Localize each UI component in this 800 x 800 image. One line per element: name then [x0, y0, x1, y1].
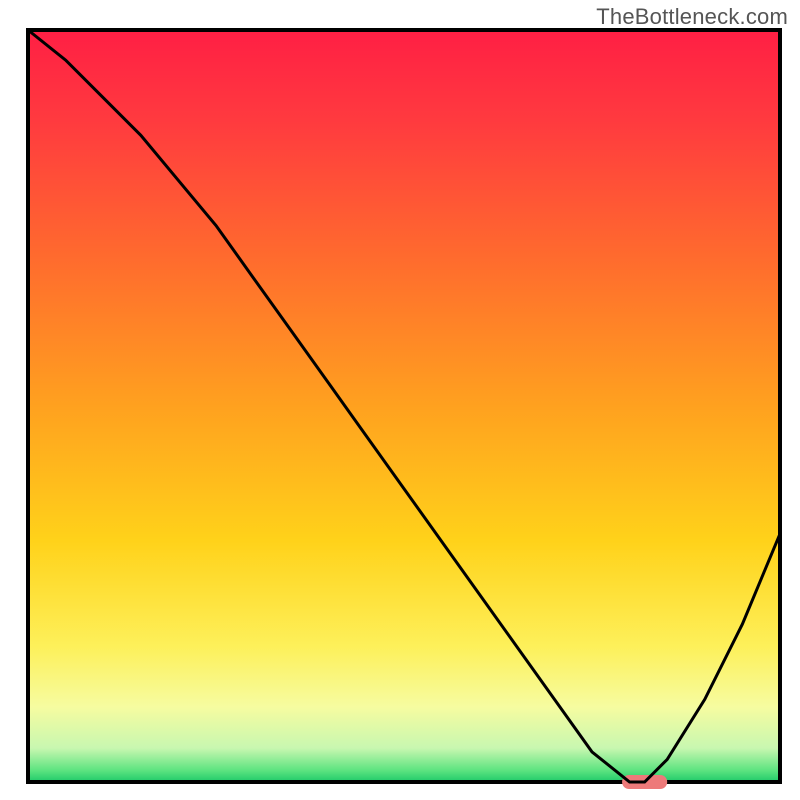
bottleneck-chart: [0, 0, 800, 800]
watermark-label: TheBottleneck.com: [596, 4, 788, 30]
plot-background: [28, 30, 780, 782]
chart-container: TheBottleneck.com: [0, 0, 800, 800]
